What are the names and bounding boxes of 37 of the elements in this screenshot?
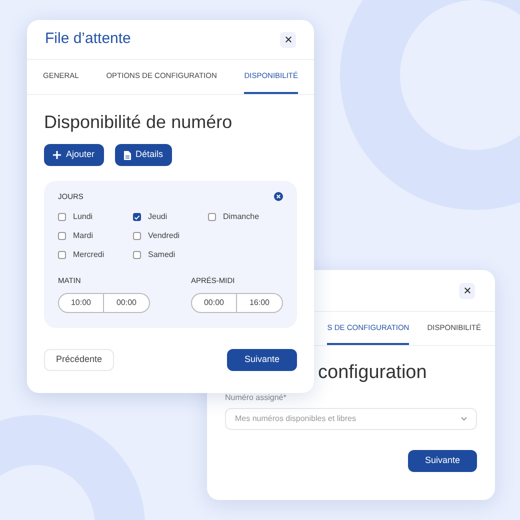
chevron-down-icon (461, 417, 467, 421)
day-checkbox[interactable]: Dimanche (208, 211, 283, 224)
checkbox[interactable] (58, 213, 66, 222)
placeholder-text: Mes numéros disponibles et libres (235, 413, 356, 425)
close-icon (464, 287, 470, 294)
close-circle-icon[interactable] (274, 192, 283, 202)
document-icon (124, 150, 131, 160)
next-button[interactable]: Suivante (227, 349, 297, 371)
checkbox[interactable] (133, 251, 141, 260)
action-button[interactable]: Ajouter (44, 144, 104, 166)
checkbox[interactable] (133, 232, 141, 240)
close-button[interactable] (280, 32, 296, 48)
dialog-heading: configuration (317, 362, 428, 384)
time-field[interactable]: 00:00 (104, 292, 150, 312)
checkbox[interactable] (58, 251, 66, 260)
time-field[interactable]: 16:00 (237, 292, 283, 312)
checkbox[interactable] (58, 232, 66, 240)
day-checkbox[interactable]: Mardi (58, 230, 133, 242)
close-icon (284, 36, 292, 43)
checkbox[interactable] (208, 213, 216, 222)
day-checkbox[interactable]: Lundi (58, 211, 133, 224)
day-checkbox[interactable]: Samedi (133, 249, 208, 262)
previous-button[interactable]: Précédente (44, 349, 114, 371)
section-heading: Disponibilité de numéro (44, 111, 234, 133)
time-field[interactable]: 10:00 (58, 292, 104, 312)
action-button[interactable]: Détails (114, 144, 172, 166)
time-field[interactable]: 00:00 (191, 292, 237, 312)
field-label: Numéro assigné* (225, 392, 288, 404)
checkbox[interactable] (133, 213, 141, 222)
check-icon (134, 214, 140, 220)
plus-icon (53, 151, 61, 159)
close-button[interactable] (459, 282, 475, 298)
dialog-title: File d’attente (45, 29, 131, 50)
day-checkbox[interactable]: Jeudi (133, 211, 208, 224)
next-button[interactable]: Suivante (408, 450, 477, 472)
day-checkbox[interactable]: Vendredi (133, 230, 208, 242)
day-checkbox[interactable]: Mercredi (58, 249, 133, 262)
